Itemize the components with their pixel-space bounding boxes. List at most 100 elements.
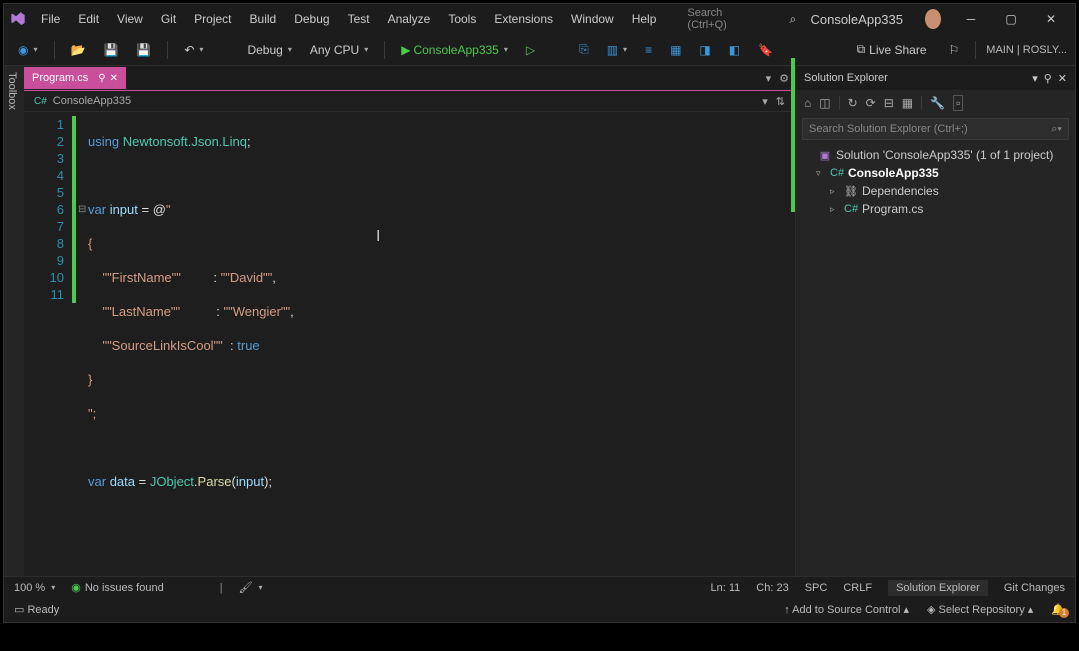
csharp-file-icon: C# bbox=[844, 203, 858, 215]
refresh-icon[interactable]: ⟳ bbox=[866, 96, 876, 110]
editor-dropdown-icon[interactable]: ▾ bbox=[766, 72, 772, 85]
open-button[interactable]: 📂 bbox=[65, 40, 92, 60]
notifications-icon[interactable]: 🔔 bbox=[1051, 603, 1065, 616]
solution-explorer-header[interactable]: Solution Explorer ▾ ⚲ ✕ bbox=[796, 66, 1075, 90]
close-button[interactable]: ✕ bbox=[1031, 5, 1071, 33]
menu-extensions[interactable]: Extensions bbox=[485, 8, 562, 30]
search-box[interactable]: Search (Ctrl+Q) bbox=[679, 4, 757, 34]
app-title: ConsoleApp335 bbox=[810, 12, 903, 27]
collapse-icon[interactable]: ⊟ bbox=[884, 96, 894, 110]
preview-icon[interactable]: ▫ bbox=[953, 95, 963, 111]
toolbox-panel[interactable]: Toolbox bbox=[4, 66, 24, 598]
status-bar: 100 %▾ ◉ No issues found | 🖌▾ Ln: 11 Ch:… bbox=[4, 576, 1075, 598]
menu-window[interactable]: Window bbox=[562, 8, 623, 30]
menu-debug[interactable]: Debug bbox=[285, 8, 338, 30]
tool-btn-1[interactable]: ⎘ bbox=[573, 39, 595, 60]
undo-button[interactable]: ↶▾ bbox=[178, 40, 209, 60]
cursor-col[interactable]: Ch: 23 bbox=[756, 582, 788, 594]
menu-git[interactable]: Git bbox=[152, 8, 185, 30]
tab-strip: Program.cs ⚲ ✕ ▾ ⚙ bbox=[24, 66, 795, 90]
home-icon[interactable]: ⌂ bbox=[804, 96, 811, 110]
expand-icon[interactable]: ▹ bbox=[830, 186, 840, 197]
menu-edit[interactable]: Edit bbox=[69, 8, 108, 30]
solution-search-input[interactable]: Search Solution Explorer (Ctrl+;) ⌕▾ bbox=[802, 118, 1069, 140]
code-editor[interactable]: 1 2 3 4 5 6 7 8 9 10 11 using Newtonsoft… bbox=[24, 112, 795, 598]
expand-icon[interactable]: ▹ bbox=[830, 204, 840, 215]
menu-bar: File Edit View Git Project Build Debug T… bbox=[32, 8, 665, 30]
save-button[interactable]: 💾 bbox=[97, 40, 124, 60]
live-share-button[interactable]: ⧉ Live Share bbox=[857, 42, 927, 57]
tree-file-node[interactable]: ▹ C# Program.cs bbox=[802, 200, 1069, 218]
menu-file[interactable]: File bbox=[32, 8, 69, 30]
user-avatar[interactable] bbox=[925, 9, 941, 29]
code-content[interactable]: using Newtonsoft.Json.Linq; ⊟var input =… bbox=[76, 112, 294, 598]
sync-icon[interactable]: ↻ bbox=[848, 96, 858, 110]
indent-mode[interactable]: SPC bbox=[805, 582, 828, 594]
breadcrumb[interactable]: C# ConsoleApp335 ▾ ⇅ bbox=[24, 90, 795, 112]
switch-view-icon[interactable]: ◫ bbox=[819, 96, 830, 110]
ide-window: File Edit View Git Project Build Debug T… bbox=[3, 3, 1076, 623]
brush-button[interactable]: 🖌▾ bbox=[239, 581, 263, 594]
titlebar: File Edit View Git Project Build Debug T… bbox=[4, 4, 1075, 34]
start-debug-button[interactable]: ▶ ConsoleApp335▾ bbox=[395, 40, 514, 60]
menu-build[interactable]: Build bbox=[241, 8, 286, 30]
tool-btn-6[interactable]: ◧ bbox=[723, 40, 746, 60]
csharp-project-icon: C# bbox=[830, 167, 844, 179]
tab-program-cs[interactable]: Program.cs ⚲ ✕ bbox=[24, 67, 126, 89]
menu-help[interactable]: Help bbox=[623, 8, 666, 30]
editor-area: Program.cs ⚲ ✕ ▾ ⚙ C# ConsoleApp335 ▾ ⇅ bbox=[24, 66, 795, 598]
properties-icon[interactable]: 🔧 bbox=[930, 96, 945, 110]
expand-icon[interactable]: ▿ bbox=[816, 168, 826, 179]
solution-toolbar: ⌂ ◫ ↻ ⟳ ⊟ ▦ 🔧 ▫ bbox=[796, 90, 1075, 116]
fold-icon[interactable]: ⊟ bbox=[78, 201, 86, 218]
tool-btn-3[interactable]: ≡ bbox=[639, 40, 658, 60]
platform-dropdown[interactable]: Any CPU▾ bbox=[304, 40, 374, 60]
maximize-button[interactable]: ▢ bbox=[991, 5, 1031, 33]
line-gutter: 1 2 3 4 5 6 7 8 9 10 11 bbox=[24, 112, 72, 598]
menu-tools[interactable]: Tools bbox=[439, 8, 485, 30]
vs-logo-icon bbox=[10, 9, 26, 29]
bookmark-button[interactable]: 🔖 bbox=[752, 40, 779, 60]
tab-close-icon[interactable]: ✕ bbox=[110, 73, 118, 84]
menu-view[interactable]: View bbox=[108, 8, 152, 30]
add-source-control-button[interactable]: ↑ Add to Source Control ▴ bbox=[784, 603, 909, 616]
check-icon: ◉ bbox=[71, 581, 81, 594]
split-icon[interactable]: ▾ bbox=[762, 95, 768, 108]
zoom-level[interactable]: 100 %▾ bbox=[14, 582, 55, 594]
tab-git-changes[interactable]: Git Changes bbox=[1004, 582, 1065, 594]
save-all-button[interactable]: 💾 bbox=[130, 40, 157, 60]
feedback-button[interactable]: ⚐ bbox=[943, 40, 966, 60]
branch-indicator[interactable]: MAIN | ROSLY... bbox=[986, 44, 1067, 56]
new-item-button[interactable]: ◉▾ bbox=[12, 40, 44, 60]
tool-btn-2[interactable]: ▥▾ bbox=[601, 40, 633, 60]
cursor-line[interactable]: Ln: 11 bbox=[711, 582, 741, 594]
panel-dropdown-icon[interactable]: ▾ bbox=[1032, 72, 1038, 85]
show-all-icon[interactable]: ▦ bbox=[902, 96, 913, 110]
panel-pin-icon[interactable]: ⚲ bbox=[1044, 72, 1052, 85]
tool-btn-5[interactable]: ◨ bbox=[693, 40, 716, 60]
editor-margin-indicator bbox=[791, 58, 795, 212]
menu-analyze[interactable]: Analyze bbox=[379, 8, 440, 30]
search-icon[interactable]: ⌕▾ bbox=[1051, 123, 1062, 136]
line-ending[interactable]: CRLF bbox=[843, 582, 872, 594]
panel-close-icon[interactable]: ✕ bbox=[1058, 72, 1067, 85]
issues-indicator[interactable]: ◉ No issues found bbox=[71, 581, 164, 594]
tab-solution-explorer[interactable]: Solution Explorer bbox=[888, 580, 988, 596]
minimize-button[interactable]: ─ bbox=[951, 5, 991, 33]
tree-solution-node[interactable]: ▣ Solution 'ConsoleApp335' (1 of 1 proje… bbox=[802, 146, 1069, 164]
menu-test[interactable]: Test bbox=[339, 8, 379, 30]
tool-btn-4[interactable]: ▦ bbox=[664, 40, 687, 60]
split-toggle-icon[interactable]: ⇅ bbox=[776, 95, 785, 108]
config-dropdown[interactable]: Debug▾ bbox=[241, 40, 297, 60]
start-nodebug-button[interactable]: ▷ bbox=[520, 40, 541, 60]
live-share-icon: ⧉ bbox=[857, 42, 866, 57]
menu-project[interactable]: Project bbox=[185, 8, 240, 30]
footer-bar: ▭ Ready ↑ Add to Source Control ▴ ◈ Sele… bbox=[4, 598, 1075, 620]
tree-project-node[interactable]: ▿ C# ConsoleApp335 bbox=[802, 164, 1069, 182]
editor-gear-icon[interactable]: ⚙ bbox=[779, 72, 789, 85]
solution-tree: ▣ Solution 'ConsoleApp335' (1 of 1 proje… bbox=[796, 142, 1075, 222]
tree-dependencies-node[interactable]: ▹ ⛓ Dependencies bbox=[802, 182, 1069, 200]
search-icon[interactable]: ⌕ bbox=[787, 12, 798, 26]
tab-pin-icon[interactable]: ⚲ bbox=[98, 73, 105, 84]
select-repository-button[interactable]: ◈ Select Repository ▴ bbox=[927, 603, 1033, 616]
